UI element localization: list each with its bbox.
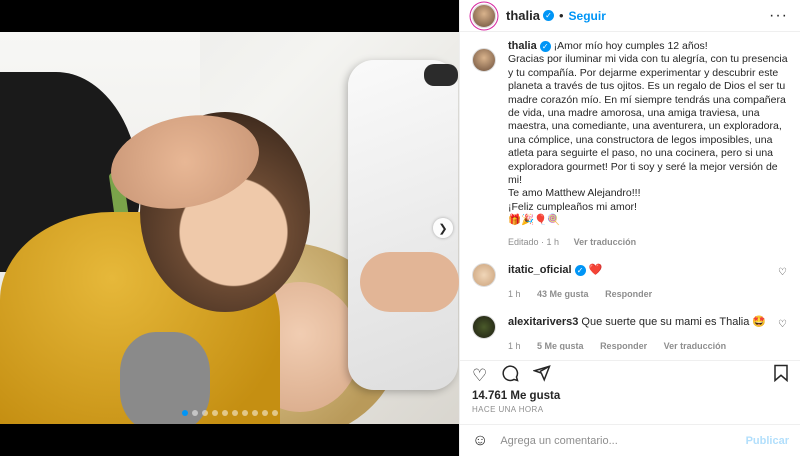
comment-age: 1 h bbox=[508, 341, 521, 350]
avatar[interactable] bbox=[472, 3, 496, 28]
reply-button[interactable]: Responder bbox=[600, 341, 647, 350]
carousel-dot bbox=[221, 410, 228, 416]
comment-composer: ☺ Publicar bbox=[460, 424, 800, 456]
post-media: ❯ bbox=[0, 0, 459, 456]
chevron-right-icon[interactable]: ❯ bbox=[433, 218, 453, 238]
avatar[interactable] bbox=[472, 48, 496, 72]
verified-icon: ✓ bbox=[542, 10, 554, 21]
caption-username[interactable]: thalia bbox=[508, 40, 537, 52]
heart-icon[interactable]: ♡ bbox=[472, 366, 487, 386]
emoji-icon[interactable]: ☺ bbox=[472, 432, 488, 450]
carousel-dot bbox=[231, 410, 238, 416]
comment-text: Que suerte que su mami es Thalia 🤩 bbox=[581, 316, 767, 329]
see-translation-link[interactable]: Ver traducción bbox=[664, 341, 727, 350]
carousel-dots bbox=[0, 410, 459, 416]
comment-body: itatic_oficial ✓ ❤️ 1 h 43 Me gusta Respo… bbox=[508, 263, 778, 301]
heart-icon[interactable]: ♡ bbox=[778, 267, 787, 278]
caption: thalia ✓ ¡Amor mío hoy cumples 12 años! G… bbox=[472, 40, 789, 249]
post-timestamp: HACE UNA HORA bbox=[472, 405, 544, 414]
carousel-dot bbox=[201, 410, 208, 416]
photo-phone-camera bbox=[424, 64, 458, 86]
bookmark-icon[interactable] bbox=[773, 364, 789, 387]
caption-line: ¡Feliz cumpleaños mi amor! bbox=[508, 200, 637, 213]
share-icon[interactable] bbox=[532, 364, 552, 387]
likes-count[interactable]: 14.761 Me gusta bbox=[472, 390, 560, 402]
comment-age: 1 h bbox=[508, 289, 521, 300]
comments-list[interactable]: thalia ✓ ¡Amor mío hoy cumples 12 años! G… bbox=[460, 40, 800, 350]
comment-input[interactable] bbox=[500, 434, 746, 447]
header-separator: • bbox=[558, 8, 564, 23]
carousel-dot bbox=[211, 410, 218, 416]
comment-meta: 1 h 5 Me gusta Responder Ver traducción bbox=[508, 339, 778, 350]
caption-line: Te amo Matthew Alejandro!!! bbox=[508, 187, 641, 200]
comment-likes[interactable]: 43 Me gusta bbox=[537, 289, 589, 299]
heart-icon[interactable]: ♡ bbox=[778, 319, 787, 330]
photo-finger bbox=[360, 252, 459, 312]
verified-icon: ✓ bbox=[539, 41, 551, 52]
carousel-dot bbox=[251, 410, 258, 416]
comment-likes[interactable]: 5 Me gusta bbox=[537, 341, 584, 350]
follow-button[interactable]: Seguir bbox=[569, 9, 606, 23]
comment-username[interactable]: alexitarivers3 bbox=[508, 316, 578, 328]
comment-item: itatic_oficial ✓ ❤️ 1 h 43 Me gusta Respo… bbox=[472, 263, 789, 301]
carousel-dot bbox=[261, 410, 268, 416]
caption-body: thalia ✓ ¡Amor mío hoy cumples 12 años! G… bbox=[508, 40, 788, 249]
post-panel: thalia ✓ • Seguir ··· thalia ✓ ¡Amor mío … bbox=[459, 0, 800, 456]
post-header: thalia ✓ • Seguir ··· bbox=[460, 0, 800, 32]
see-translation-link[interactable]: Ver traducción bbox=[574, 237, 637, 247]
caption-line: ¡Amor mío hoy cumples 12 años! bbox=[553, 40, 708, 52]
avatar[interactable] bbox=[472, 315, 496, 340]
post-photo[interactable] bbox=[0, 32, 459, 424]
edited-label: Editado · 1 h bbox=[508, 236, 560, 247]
caption-meta: Editado · 1 h Ver traducción bbox=[508, 236, 788, 249]
carousel-dot bbox=[241, 410, 248, 416]
carousel-dot bbox=[271, 410, 278, 416]
comment-body: alexitarivers3 Que suerte que su mami es… bbox=[508, 315, 778, 350]
comment-item: alexitarivers3 Que suerte que su mami es… bbox=[472, 315, 789, 350]
header-username[interactable]: thalia bbox=[506, 8, 540, 23]
carousel-dot bbox=[191, 410, 198, 416]
comment-username[interactable]: itatic_oficial bbox=[508, 264, 572, 276]
comment-text: ❤️ bbox=[588, 264, 603, 277]
action-bar: ♡ bbox=[460, 360, 800, 386]
publish-button[interactable]: Publicar bbox=[746, 435, 789, 447]
carousel-dot bbox=[181, 410, 188, 416]
caption-line: Gracias por iluminar mi vida con tu aleg… bbox=[508, 53, 788, 187]
reply-button[interactable]: Responder bbox=[605, 289, 652, 299]
more-options-icon[interactable]: ··· bbox=[769, 7, 788, 25]
verified-icon: ✓ bbox=[574, 265, 586, 277]
avatar[interactable] bbox=[472, 263, 496, 288]
comment-icon[interactable] bbox=[501, 364, 519, 387]
caption-emojis: 🎁🎉🎈🍭 bbox=[508, 214, 561, 227]
comment-meta: 1 h 43 Me gusta Responder bbox=[508, 287, 778, 301]
